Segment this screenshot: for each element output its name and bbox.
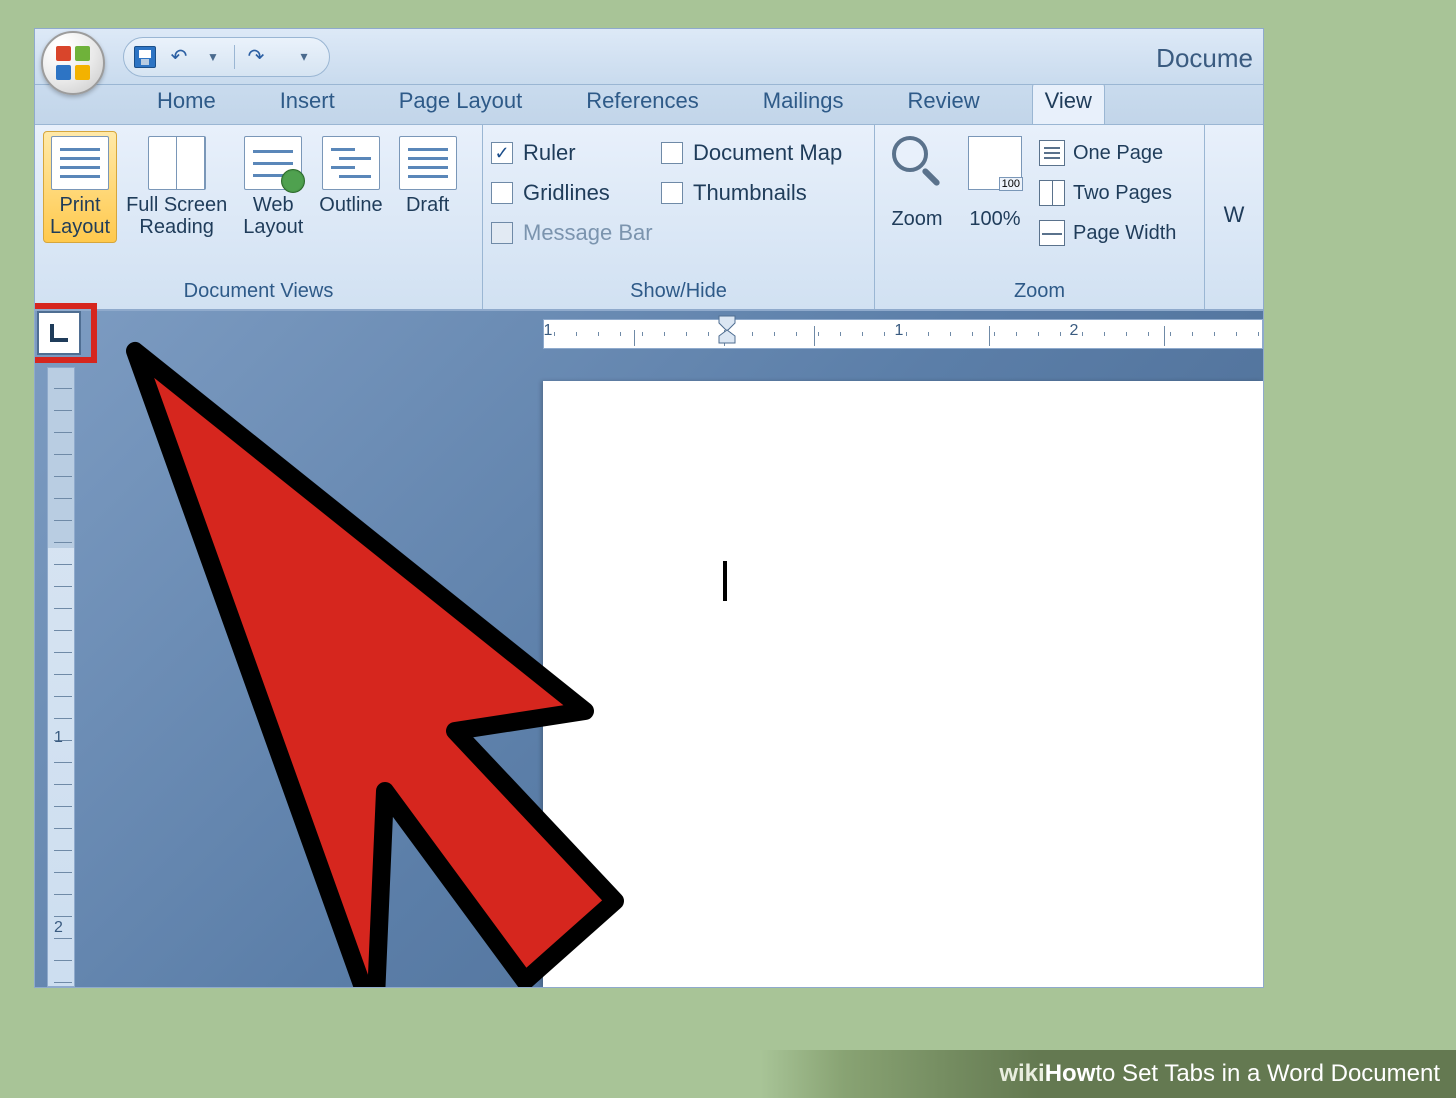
one-page-label: One Page bbox=[1073, 142, 1163, 165]
gridlines-label: Gridlines bbox=[523, 180, 610, 206]
two-pages-button[interactable]: Two Pages bbox=[1039, 173, 1176, 213]
document-title: Docume bbox=[1156, 43, 1253, 74]
checkbox-icon bbox=[661, 182, 683, 204]
left-tab-icon bbox=[50, 324, 68, 342]
group-document-views-label: Document Views bbox=[43, 276, 474, 309]
group-show-hide: ✓ Ruler Gridlines Message Bar bbox=[483, 125, 875, 309]
text-caret bbox=[723, 561, 727, 601]
title-bar: ↶ ▼ ↷ ▾ Docume bbox=[35, 29, 1263, 85]
print-layout-button[interactable]: Print Layout bbox=[43, 131, 117, 243]
v-ruler-margin-shade bbox=[48, 368, 74, 548]
page-width-button[interactable]: Page Width bbox=[1039, 213, 1176, 253]
zoom-100-label: 100% bbox=[969, 208, 1020, 230]
undo-dropdown[interactable]: ▼ bbox=[200, 44, 226, 70]
two-pages-label: Two Pages bbox=[1073, 182, 1172, 205]
thumbnails-checkbox[interactable]: Thumbnails bbox=[661, 173, 842, 213]
checkbox-checked-icon: ✓ bbox=[491, 142, 513, 164]
document-page[interactable] bbox=[543, 381, 1263, 987]
save-button[interactable] bbox=[132, 44, 158, 70]
web-layout-button[interactable]: Web Layout bbox=[236, 131, 310, 243]
one-page-icon bbox=[1039, 140, 1065, 166]
word-window: ↶ ▼ ↷ ▾ Docume Home Insert Page Layout R… bbox=[34, 28, 1264, 988]
message-bar-label: Message Bar bbox=[523, 220, 653, 246]
tab-references[interactable]: References bbox=[574, 82, 711, 124]
magnifier-icon bbox=[890, 136, 944, 190]
group-show-hide-label: Show/Hide bbox=[491, 276, 866, 309]
zoom-100-button[interactable]: 100% bbox=[961, 131, 1029, 235]
horizontal-ruler[interactable]: 112 bbox=[543, 319, 1263, 349]
outline-icon bbox=[322, 136, 380, 190]
draft-label: Draft bbox=[406, 194, 449, 216]
quick-access-toolbar: ↶ ▼ ↷ ▾ bbox=[123, 37, 330, 77]
tab-page-layout[interactable]: Page Layout bbox=[387, 82, 535, 124]
ribbon-tabstrip: Home Insert Page Layout References Maili… bbox=[35, 85, 1263, 125]
group-window-partial: W bbox=[1205, 125, 1263, 309]
document-map-label: Document Map bbox=[693, 140, 842, 166]
outline-button[interactable]: Outline bbox=[312, 131, 389, 221]
outline-label: Outline bbox=[319, 194, 382, 216]
group-zoom-label: Zoom bbox=[883, 276, 1196, 309]
wikihow-caption: wikiHow to Set Tabs in a Word Document bbox=[760, 1050, 1456, 1098]
tab-view[interactable]: View bbox=[1032, 81, 1105, 124]
group-window-label-empty bbox=[1213, 299, 1255, 309]
wikihow-rest: to Set Tabs in a Word Document bbox=[1095, 1060, 1440, 1088]
page-100-icon bbox=[968, 136, 1022, 190]
full-screen-reading-icon bbox=[148, 136, 206, 190]
page-width-icon bbox=[1039, 220, 1065, 246]
redo-button[interactable]: ↷ bbox=[243, 44, 269, 70]
ribbon: Print Layout Full Screen Reading Web Lay… bbox=[35, 125, 1263, 311]
group-zoom: Zoom 100% One Page Two Pages bbox=[875, 125, 1205, 309]
tab-selector-button[interactable] bbox=[37, 311, 81, 355]
checkbox-icon bbox=[661, 142, 683, 164]
checkbox-disabled-icon bbox=[491, 222, 513, 244]
print-layout-icon bbox=[51, 136, 109, 190]
gridlines-checkbox[interactable]: Gridlines bbox=[491, 173, 661, 213]
checkbox-icon bbox=[491, 182, 513, 204]
web-layout-label: Web Layout bbox=[243, 194, 303, 238]
full-screen-reading-button[interactable]: Full Screen Reading bbox=[119, 131, 234, 243]
document-map-checkbox[interactable]: Document Map bbox=[661, 133, 842, 173]
h-ruler-ticks: 112 bbox=[544, 320, 1262, 348]
window-partial-label: W bbox=[1224, 203, 1245, 227]
undo-button[interactable]: ↶ bbox=[166, 44, 192, 70]
web-layout-icon bbox=[244, 136, 302, 190]
tab-review[interactable]: Review bbox=[895, 82, 991, 124]
office-button[interactable] bbox=[41, 31, 105, 95]
zoom-label: Zoom bbox=[891, 208, 942, 230]
zoom-button[interactable]: Zoom bbox=[883, 131, 951, 235]
thumbnails-label: Thumbnails bbox=[693, 180, 807, 206]
one-page-button[interactable]: One Page bbox=[1039, 133, 1176, 173]
tab-mailings[interactable]: Mailings bbox=[751, 82, 856, 124]
office-logo-icon bbox=[56, 46, 90, 80]
tab-home[interactable]: Home bbox=[145, 82, 228, 124]
message-bar-checkbox: Message Bar bbox=[491, 213, 661, 253]
draft-button[interactable]: Draft bbox=[392, 131, 464, 221]
qat-separator bbox=[234, 45, 235, 69]
wikihow-how: How bbox=[1045, 1060, 1096, 1088]
vertical-ruler[interactable]: 12 bbox=[47, 367, 75, 987]
save-icon bbox=[134, 46, 156, 68]
wikihow-wiki: wiki bbox=[999, 1060, 1044, 1088]
qat-customize-button[interactable]: ▾ bbox=[291, 44, 317, 70]
tab-insert[interactable]: Insert bbox=[268, 82, 347, 124]
two-pages-icon bbox=[1039, 180, 1065, 206]
full-screen-reading-label: Full Screen Reading bbox=[126, 194, 227, 238]
ruler-label: Ruler bbox=[523, 140, 576, 166]
indent-marker[interactable] bbox=[718, 315, 736, 345]
print-layout-label: Print Layout bbox=[50, 194, 110, 238]
document-area: 112 12 bbox=[35, 311, 1263, 987]
ruler-checkbox[interactable]: ✓ Ruler bbox=[491, 133, 661, 173]
draft-icon bbox=[399, 136, 457, 190]
group-document-views: Print Layout Full Screen Reading Web Lay… bbox=[35, 125, 483, 309]
page-width-label: Page Width bbox=[1073, 222, 1176, 245]
